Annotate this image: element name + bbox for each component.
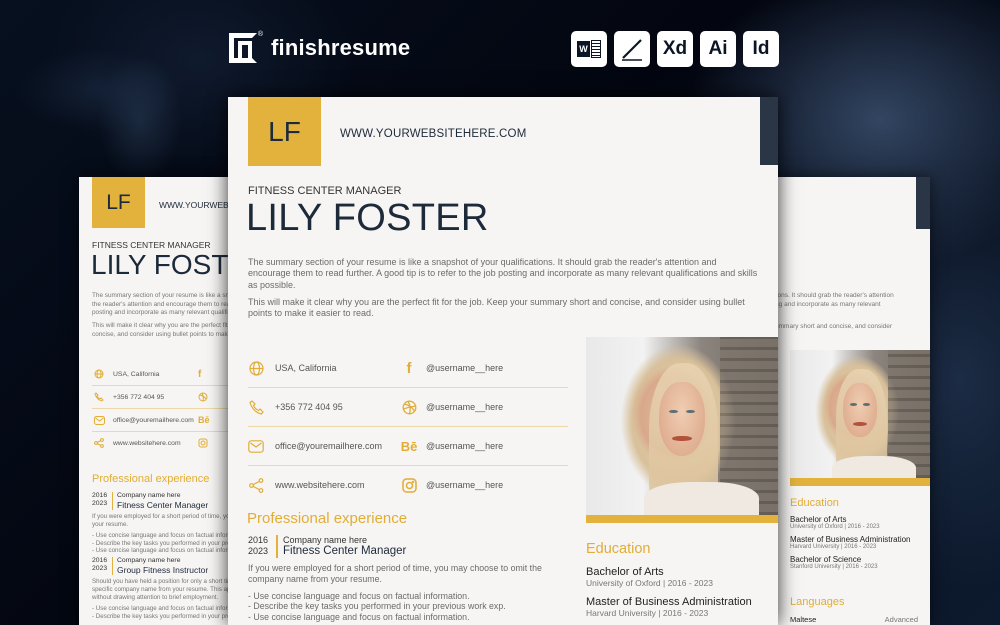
contact-list: USA, California f @username__here +356 7… <box>248 349 568 504</box>
contact-item: office@youremailhere.com Bē <box>92 409 239 431</box>
experience-heading: Professional experience <box>247 510 408 527</box>
contact-item: +356 772 404 95 <box>92 386 239 408</box>
education-item: Bachelor of Science Stanford University |… <box>790 555 878 570</box>
pen-icon <box>614 31 650 67</box>
contact-item: USA, California f <box>92 363 239 385</box>
experience-item: 2016 2023 Company name here Fitness Cente… <box>92 492 239 554</box>
mail-icon <box>248 439 264 453</box>
education-list: Bachelor of Arts University of Oxford | … <box>586 566 778 618</box>
education-heading: Education <box>790 497 839 509</box>
facebook-icon: f <box>198 368 202 380</box>
mail-icon <box>92 415 106 425</box>
summary-paragraph: This will make it clear why you are the … <box>768 323 893 330</box>
contact-item: www.websitehere.com <box>92 432 239 454</box>
language-item: Maltese Advanced <box>790 615 918 624</box>
email-text: office@youremailhere.com <box>275 441 383 451</box>
summary-paragraph: This will make it clear why you are the … <box>92 322 239 338</box>
share-icon <box>92 438 106 448</box>
resume-page-main: LF WWW.YOURWEBSITEHERE.COM FITNESS CENTE… <box>228 97 778 625</box>
website-text: www.websitehere.com <box>275 480 365 490</box>
brand-name: finishresume <box>271 35 411 60</box>
instagram-handle: @username__here <box>426 480 504 490</box>
profile-photo <box>586 337 778 523</box>
finishresume-logo-icon: ® <box>229 31 263 65</box>
experience-description: If you were employed for a short period … <box>248 563 542 585</box>
behance-icon: Bē <box>400 438 418 454</box>
website-header: WWW.YOURWEBSITEHERE.COM <box>340 128 527 140</box>
location-text: USA, California <box>275 363 337 373</box>
candidate-name: LILY FOSTER <box>246 197 489 239</box>
dribbble-icon <box>198 392 208 402</box>
dribbble-handle: @username__here <box>426 402 504 412</box>
website-header: WWW.YOURWEBSITEHERE.COM <box>159 200 239 210</box>
company-name: Company name here <box>283 535 368 545</box>
summary-paragraph: The summary section of your resume is li… <box>92 292 239 316</box>
facebook-handle: @username__here <box>426 363 504 373</box>
experience-heading: Professional experience <box>92 473 210 485</box>
experience-dates: 2016 2023 <box>248 535 269 556</box>
xd-icon: Xd <box>657 31 693 67</box>
behance-handle: @username__here <box>426 441 504 451</box>
experience-item: 2016 2023 Company name here Group Fitness… <box>92 557 239 620</box>
education-item: Bachelor of Arts University of Oxford | 2… <box>790 515 880 530</box>
job-title: FITNESS CENTER MANAGER <box>248 185 402 197</box>
id-icon: Id <box>743 31 779 67</box>
education-item: Bachelor of Arts University of Oxford | … <box>586 566 713 588</box>
phone-icon <box>92 392 106 402</box>
share-icon <box>248 477 264 493</box>
globe-icon <box>92 369 106 379</box>
resume-page-left: LF WWW.YOURWEBSITEHERE.COM FITNESS CENTE… <box>79 177 239 625</box>
ai-icon: Ai <box>700 31 736 67</box>
experience-bullets: - Use concise language and focus on fact… <box>248 590 506 622</box>
contact-list: USA, California f +356 772 404 95 office… <box>92 363 239 454</box>
education-heading: Education <box>586 541 651 557</box>
contact-item: +356 772 404 95 @username__here <box>248 388 568 426</box>
behance-icon: Bē <box>198 415 210 425</box>
languages-heading: Languages <box>790 596 845 608</box>
facebook-icon: f <box>406 359 412 377</box>
monogram-box: LF <box>92 177 145 228</box>
resume-page-right: The summary section of your resume is li… <box>768 177 930 625</box>
phone-icon <box>248 399 264 415</box>
instagram-icon <box>400 477 418 493</box>
profile-photo <box>790 350 930 486</box>
summary-paragraph: The summary section of your resume is li… <box>248 257 758 290</box>
header-strip <box>760 97 778 165</box>
word-icon: W <box>571 31 607 67</box>
header-strip <box>916 177 930 229</box>
globe-icon <box>248 360 264 376</box>
summary-paragraph: This will make it clear why you are the … <box>248 297 745 319</box>
experience-item: 2016 2023 Company name here Fitness Cente… <box>248 535 568 622</box>
contact-item: USA, California f @username__here <box>248 349 568 387</box>
role-title: Fitness Center Manager <box>283 545 407 557</box>
instagram-icon <box>198 438 208 448</box>
education-item: Master of Business Administration Harvard… <box>790 535 911 550</box>
brand-logo: ® finishresume <box>229 31 410 65</box>
contact-item: www.websitehere.com @username__here <box>248 466 568 504</box>
contact-item: office@youremailhere.com Bē @username__h… <box>248 427 568 465</box>
monogram-box: LF <box>248 97 321 166</box>
education-item: Master of Business Administration Harvar… <box>586 596 752 618</box>
summary-paragraph: The summary section of your resume is li… <box>768 292 894 308</box>
candidate-name: LILY FOSTER <box>91 249 239 280</box>
education-list: Bachelor of Arts University of Oxford | 2… <box>790 515 930 570</box>
phone-text: +356 772 404 95 <box>275 402 343 412</box>
dribbble-icon <box>400 400 418 415</box>
format-badges: W Xd Ai Id <box>571 31 779 67</box>
